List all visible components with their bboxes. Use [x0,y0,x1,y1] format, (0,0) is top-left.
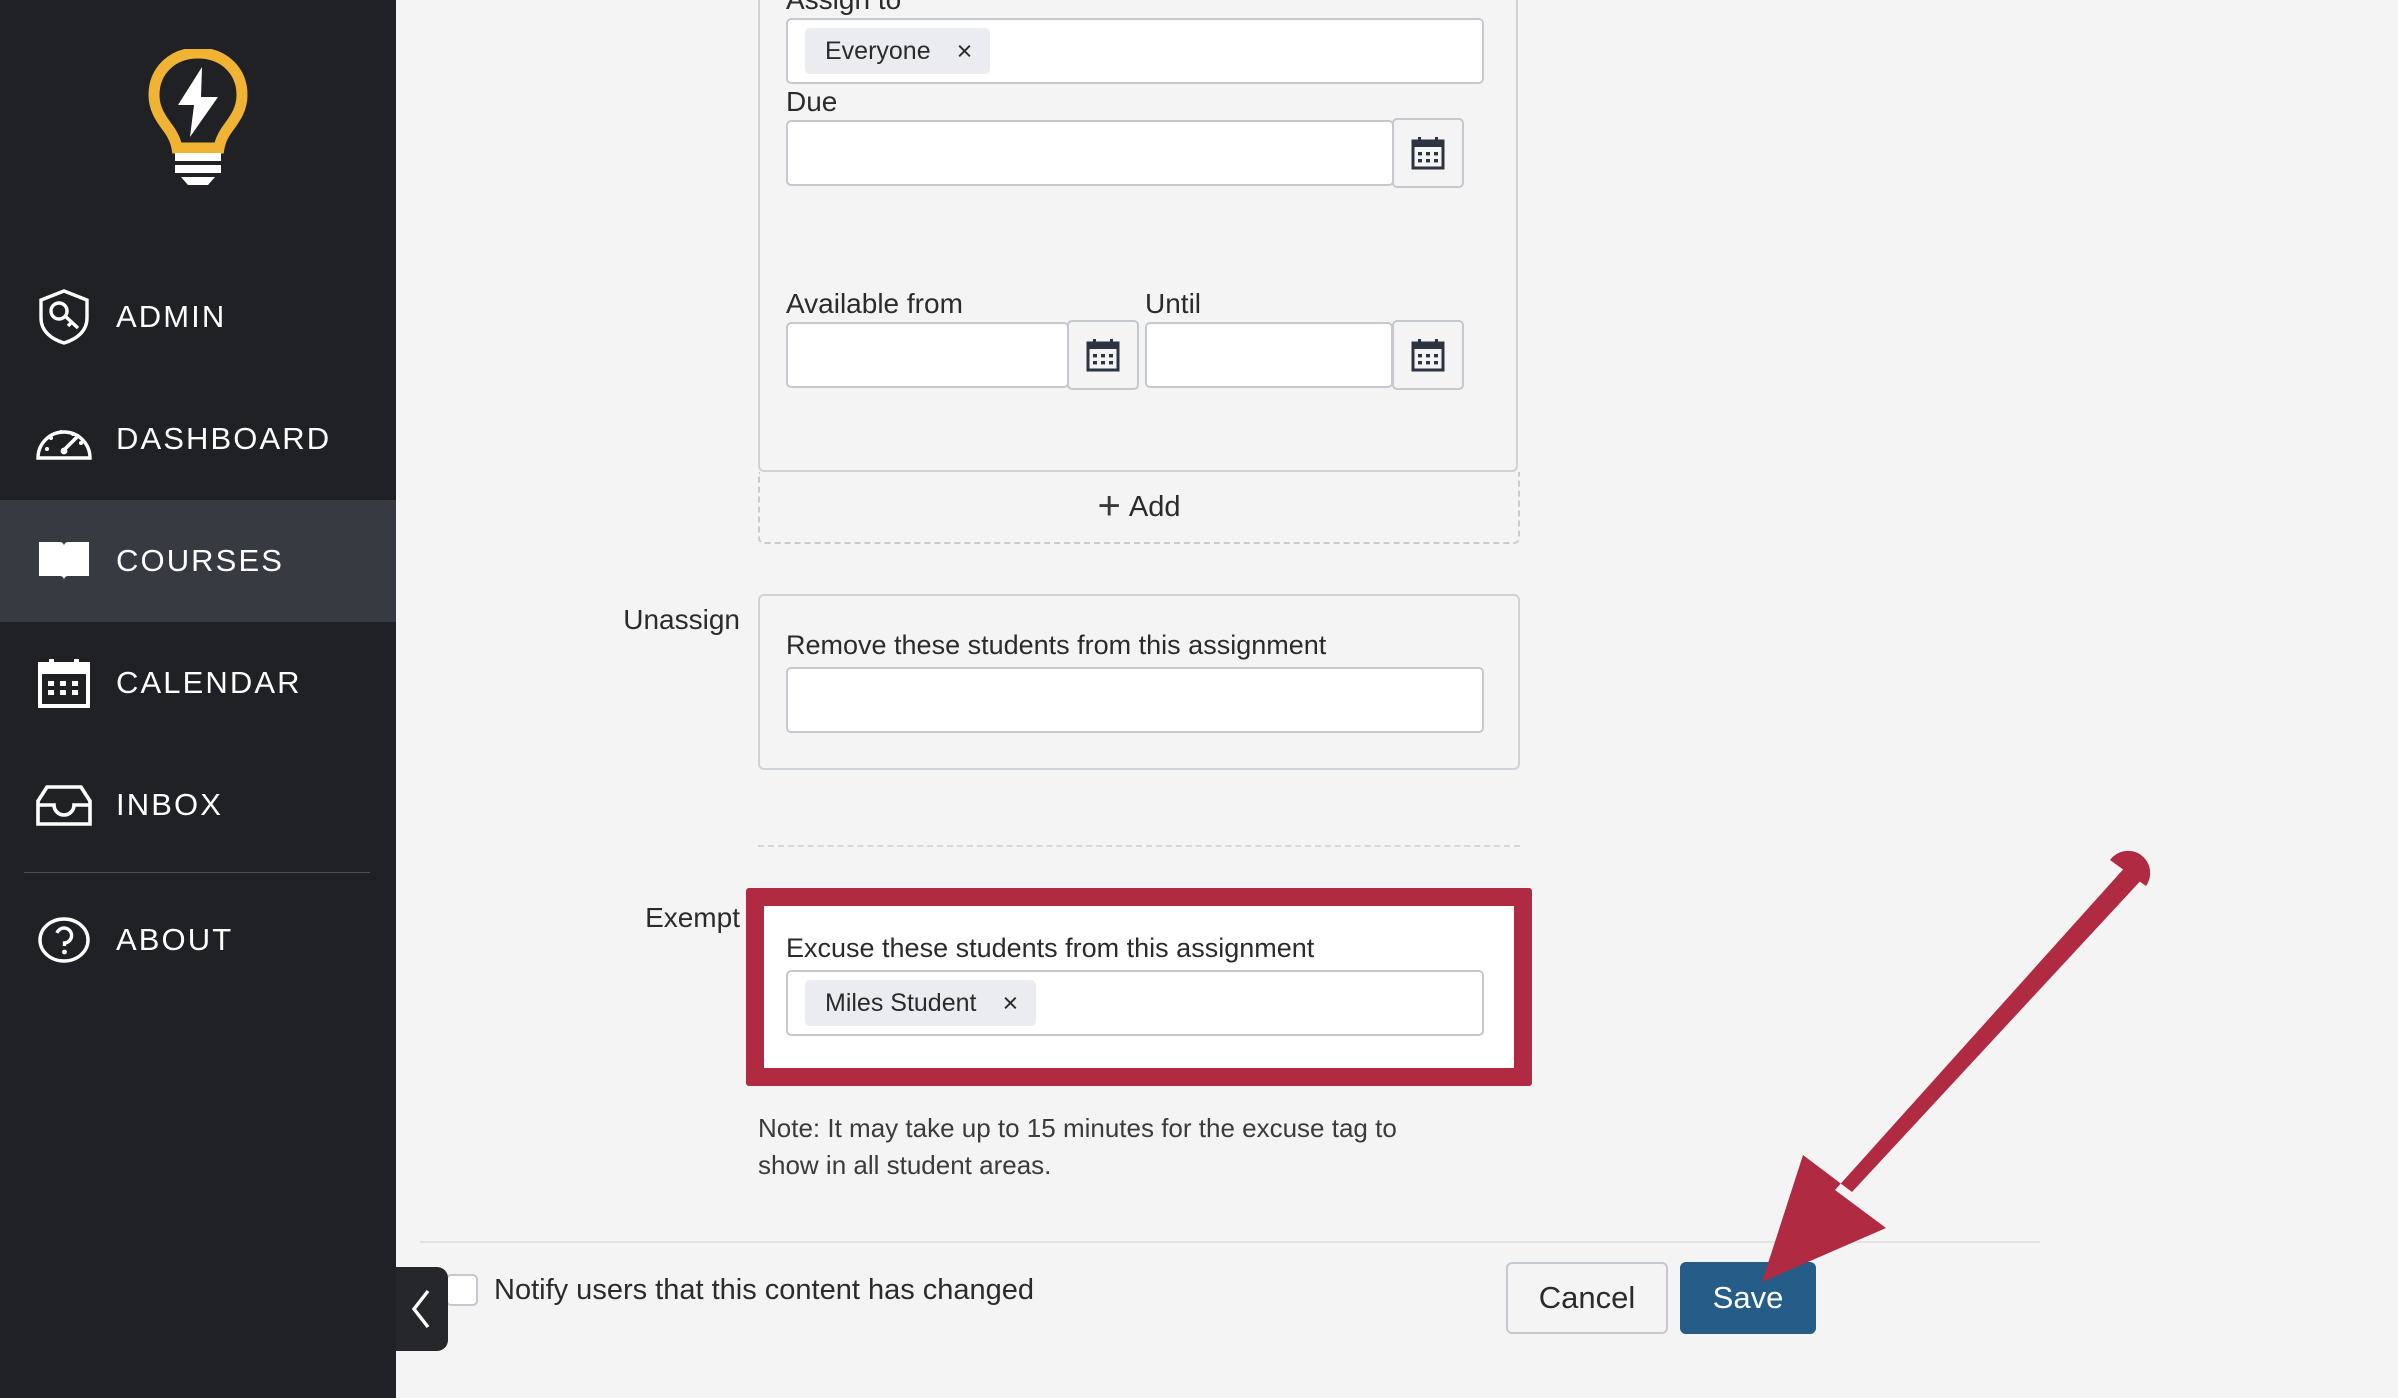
notify-users-label: Notify users that this content has chang… [494,1274,1035,1306]
save-button[interactable]: Save [1680,1262,1816,1334]
exempt-student-tag[interactable]: Miles Student × [805,980,1037,1026]
exempt-note: Note: It may take up to 15 minutes for t… [758,1113,1397,1180]
notify-users-checkbox[interactable] [446,1274,478,1306]
exempt-students-input[interactable]: Miles Student × [786,970,1484,1036]
sidebar-item-label: ADMIN [116,299,227,334]
until-calendar-button[interactable] [1392,320,1464,390]
sidebar-nav: ADMIN DASHBOARD COURSES CALENDAR INBOX A… [0,256,396,1001]
available-from-label: Available from [786,288,963,319]
cancel-button-label: Cancel [1538,1280,1636,1315]
add-button-label: Add [1128,490,1181,523]
app-root: ADMIN DASHBOARD COURSES CALENDAR INBOX A… [0,0,2398,1398]
due-calendar-button[interactable] [1392,118,1464,188]
exempt-description: Excuse these students from this assignme… [786,933,1315,963]
assign-to-label: Assign to [786,0,901,16]
inbox-icon [22,768,106,842]
footer-divider [420,1241,2040,1243]
sidebar-item-courses[interactable]: COURSES [0,500,396,622]
question-circle-icon [22,903,106,977]
shield-key-icon [22,280,106,354]
sidebar-item-label: COURSES [116,543,285,578]
assign-to-tag[interactable]: Everyone × [805,28,991,74]
collapse-sidebar-button[interactable] [396,1267,448,1351]
until-input[interactable] [1145,322,1393,388]
sidebar-item-admin[interactable]: ADMIN [0,256,396,378]
calendar-icon [1086,339,1120,372]
section-divider [758,845,1520,847]
sidebar: ADMIN DASHBOARD COURSES CALENDAR INBOX A… [0,0,448,1398]
close-icon[interactable]: × [1002,989,1018,1017]
sidebar-item-label: ABOUT [116,922,234,957]
calendar-icon [1411,137,1445,170]
sidebar-item-about[interactable]: ABOUT [0,879,396,1001]
unassign-section-label: Unassign [623,604,740,635]
unassign-students-input[interactable] [786,667,1484,733]
cancel-button[interactable]: Cancel [1506,1262,1668,1334]
close-icon[interactable]: × [957,37,973,65]
until-label: Until [1145,288,1202,319]
sidebar-item-dashboard[interactable]: DASHBOARD [0,378,396,500]
calendar-icon [22,646,106,720]
calendar-icon [1411,339,1445,372]
sidebar-item-label: CALENDAR [116,665,302,700]
sidebar-item-inbox[interactable]: INBOX [0,744,396,866]
sidebar-divider [24,872,370,873]
available-from-calendar-button[interactable] [1067,320,1139,390]
available-from-input[interactable] [786,322,1069,388]
app-logo[interactable] [0,28,396,208]
tag-label: Miles Student [825,988,977,1017]
chevron-left-icon [411,1289,430,1329]
due-label: Due [786,86,838,117]
speedometer-icon [22,402,106,476]
unassign-description: Remove these students from this assignme… [786,630,1327,660]
sidebar-item-label: DASHBOARD [116,421,332,456]
save-button-label: Save [1712,1280,1784,1315]
add-assignment-override-button[interactable]: + Add [758,472,1520,544]
sidebar-item-label: INBOX [116,787,223,822]
exempt-section-label: Exempt [645,902,740,933]
sidebar-item-calendar[interactable]: CALENDAR [0,622,396,744]
lightbulb-logo-icon [148,49,248,185]
assign-to-input[interactable]: Everyone × [786,18,1484,84]
tag-label: Everyone [825,36,931,65]
plus-icon: + [1097,483,1121,528]
main-content: Assign to Everyone × Due Available [396,0,2398,1398]
due-input[interactable] [786,120,1394,186]
book-icon [22,524,106,598]
